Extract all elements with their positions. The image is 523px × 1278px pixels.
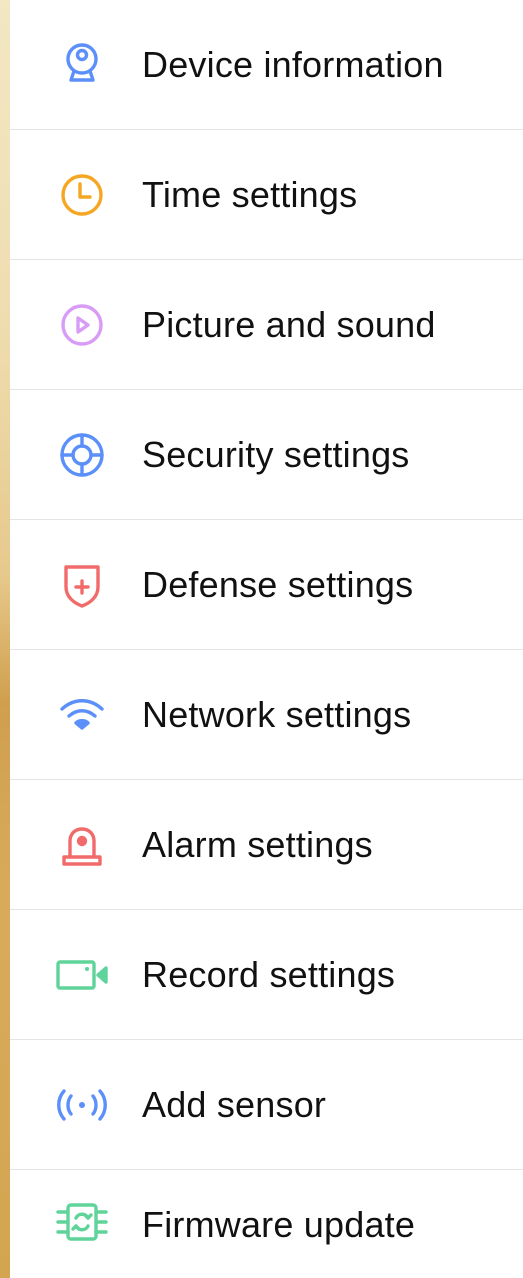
wifi-icon (54, 687, 110, 743)
menu-item-label: Firmware update (142, 1204, 416, 1245)
shield-icon (54, 557, 110, 613)
menu-item-picture-and-sound[interactable]: Picture and sound (10, 260, 523, 390)
menu-item-label: Device information (142, 44, 444, 85)
crosshair-icon (54, 427, 110, 483)
menu-item-device-information[interactable]: Device information (10, 0, 523, 130)
sensor-signal-icon (54, 1077, 110, 1133)
menu-item-label: Picture and sound (142, 304, 436, 345)
menu-item-label: Network settings (142, 694, 412, 735)
menu-item-network-settings[interactable]: Network settings (10, 650, 523, 780)
menu-item-label: Alarm settings (142, 824, 373, 865)
alarm-light-icon (54, 817, 110, 873)
background-edge (0, 0, 10, 1278)
menu-item-label: Defense settings (142, 564, 414, 605)
menu-item-alarm-settings[interactable]: Alarm settings (10, 780, 523, 910)
menu-item-label: Record settings (142, 954, 396, 995)
video-camera-icon (54, 947, 110, 1003)
menu-item-add-sensor[interactable]: Add sensor (10, 1040, 523, 1170)
menu-item-time-settings[interactable]: Time settings (10, 130, 523, 260)
menu-item-label: Security settings (142, 434, 410, 475)
play-circle-icon (54, 297, 110, 353)
menu-item-label: Add sensor (142, 1084, 327, 1125)
menu-item-firmware-update[interactable]: Firmware update (10, 1170, 523, 1278)
firmware-chip-icon (54, 1194, 110, 1250)
menu-item-security-settings[interactable]: Security settings (10, 390, 523, 520)
camera-icon (54, 37, 110, 93)
clock-icon (54, 167, 110, 223)
menu-item-record-settings[interactable]: Record settings (10, 910, 523, 1040)
menu-item-defense-settings[interactable]: Defense settings (10, 520, 523, 650)
settings-menu: Device information Time settings Picture… (10, 0, 523, 1278)
menu-item-label: Time settings (142, 174, 358, 215)
